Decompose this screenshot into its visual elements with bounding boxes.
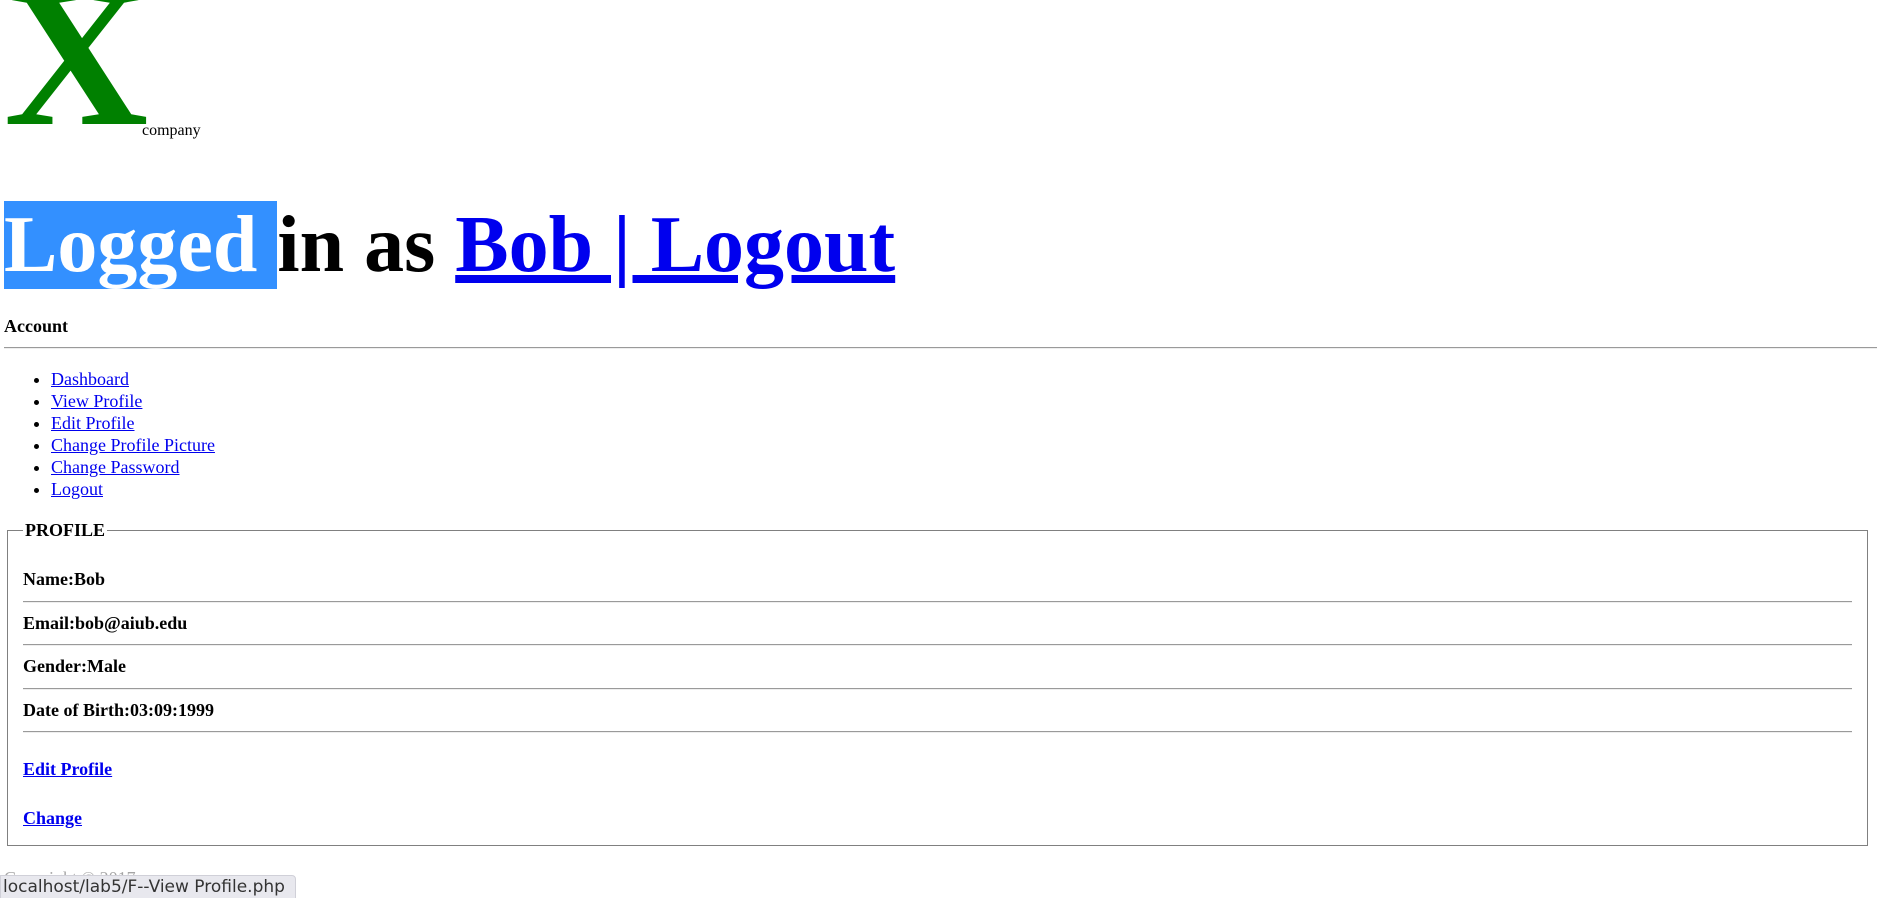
profile-legend: PROFILE <box>25 520 106 540</box>
in-as-text: in as <box>277 201 456 289</box>
nav-item-edit-profile: Edit Profile <box>51 412 215 434</box>
selected-text: Logged <box>4 201 278 289</box>
edit-profile-action-link[interactable]: Edit Profile <box>23 759 112 780</box>
change-password-link[interactable]: Change Password <box>51 457 180 477</box>
divider <box>23 731 1852 733</box>
divider <box>4 347 1877 349</box>
nav-item-view-profile: View Profile <box>51 390 215 412</box>
divider <box>23 601 1852 603</box>
nav-item-dashboard: Dashboard <box>51 368 215 390</box>
nav-item-logout: Logout <box>51 478 215 500</box>
edit-profile-link[interactable]: Edit Profile <box>51 413 135 433</box>
profile-dob: Date of Birth:03:09:1999 <box>23 700 214 720</box>
logo-letter: X <box>4 0 149 168</box>
profile-gender: Gender:Male <box>23 656 126 676</box>
profile-fieldset: PROFILE Name:Bob Email:bob@aiub.edu Gend… <box>7 520 1868 846</box>
profile-name: Name:Bob <box>23 569 105 589</box>
logo-suffix: company <box>142 122 201 139</box>
dashboard-link[interactable]: Dashboard <box>51 369 129 389</box>
account-nav: Dashboard View Profile Edit Profile Chan… <box>0 368 215 500</box>
logout-link[interactable]: Logout <box>51 479 103 499</box>
change-picture-action-link[interactable]: Change <box>23 808 82 829</box>
login-status-heading: Logged in as Bob | Logout <box>4 200 895 290</box>
user-logout-link[interactable]: Bob | Logout <box>455 201 895 289</box>
browser-status-url: localhost/lab5/F--View Profile.php <box>0 875 296 898</box>
nav-item-change-password: Change Password <box>51 456 215 478</box>
page: X company Logged in as Bob | Logout Acco… <box>0 0 1877 898</box>
nav-item-change-picture: Change Profile Picture <box>51 434 215 456</box>
view-profile-link[interactable]: View Profile <box>51 391 142 411</box>
account-heading: Account <box>4 316 68 336</box>
profile-email: Email:bob@aiub.edu <box>23 613 188 633</box>
divider <box>23 644 1852 646</box>
change-profile-picture-link[interactable]: Change Profile Picture <box>51 435 215 455</box>
divider <box>23 688 1852 690</box>
